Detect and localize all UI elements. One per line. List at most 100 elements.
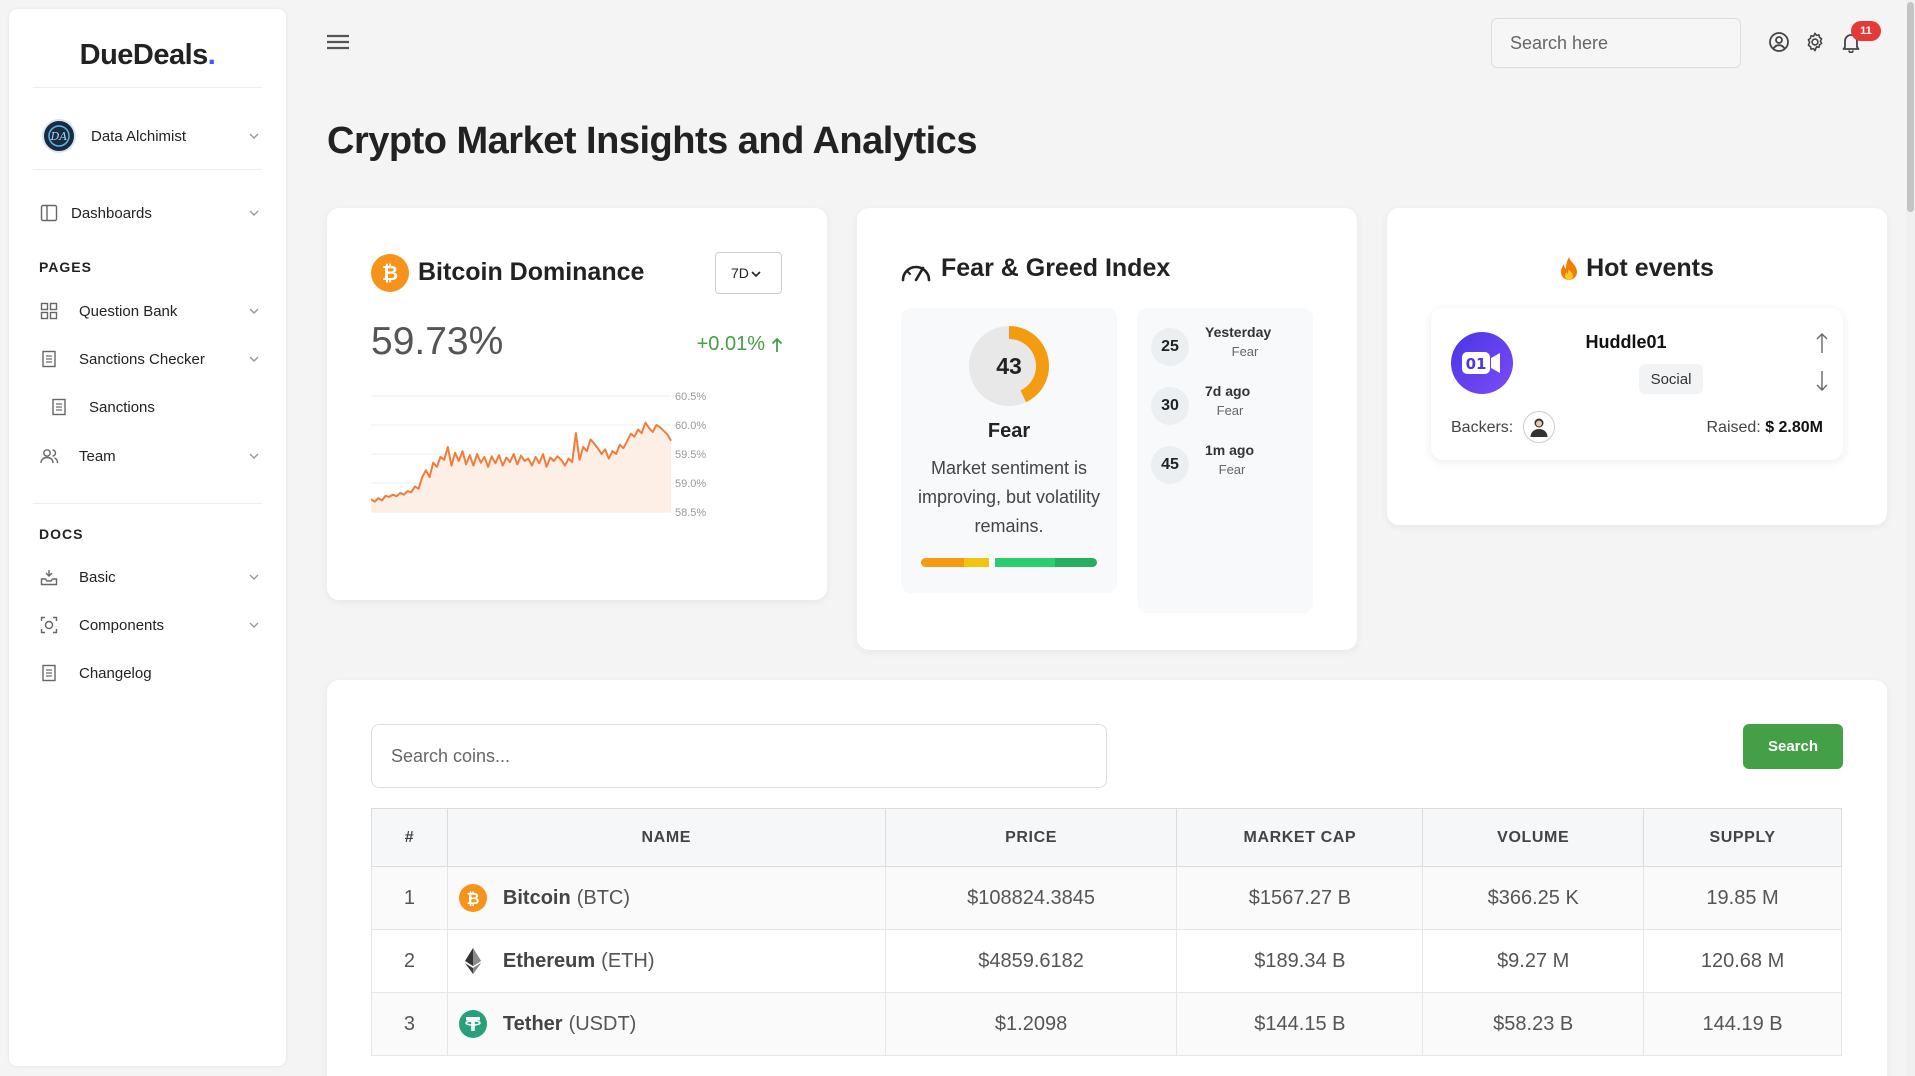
backer-avatar[interactable] — [1523, 411, 1555, 443]
search-input[interactable] — [1491, 18, 1741, 68]
y-tick-label: 58.5% — [675, 507, 706, 519]
svg-text:01: 01 — [1466, 355, 1487, 373]
coin-symbol: (ETH) — [601, 949, 655, 972]
table-row[interactable]: 2 Ethereum (ETH) $4859.6182 $189.34 B $9… — [371, 929, 1842, 993]
gear-icon[interactable] — [1804, 31, 1826, 53]
sidebar-item-sanctions-checker[interactable]: Sanctions Checker — [39, 344, 269, 374]
sidebar-item-label: Team — [79, 447, 116, 465]
users-icon — [40, 449, 59, 464]
history-label: Fear — [1231, 344, 1259, 359]
sidebar-item-label: Changelog — [79, 664, 152, 682]
y-tick-label: 60.0% — [675, 420, 706, 432]
range-select[interactable]: 7D — [715, 252, 782, 294]
cell-volume: $9.27 M — [1422, 929, 1645, 993]
card-title: Hot events — [1586, 254, 1714, 282]
divider — [33, 503, 262, 504]
cell-supply: 144.19 B — [1643, 992, 1842, 1056]
menu-icon[interactable] — [325, 32, 351, 52]
page-title: Crypto Market Insights and Analytics — [327, 120, 977, 162]
divider — [33, 169, 262, 170]
coin-name: Tether — [502, 1012, 563, 1035]
raised-info: Raised: $ 2.80M — [1706, 419, 1823, 437]
column-header-rank[interactable]: # — [371, 808, 448, 867]
document-icon — [42, 664, 56, 682]
coin-name: Bitcoin — [502, 886, 571, 909]
cell-rank: 1 — [371, 866, 448, 930]
cell-supply: 19.85 M — [1643, 866, 1842, 930]
tray-icon — [40, 570, 58, 586]
change-value: +0.01% — [696, 333, 765, 355]
chevron-down-icon — [249, 622, 259, 628]
sidebar-item-label: Components — [79, 616, 165, 634]
sidebar-item-dashboards[interactable]: Dashboards — [39, 198, 269, 228]
sidebar-item-basic[interactable]: Basic — [39, 562, 269, 592]
divider — [33, 87, 262, 88]
sidebar-item-label: Sanctions — [89, 398, 155, 416]
scrollbar-thumb[interactable] — [1907, 2, 1914, 212]
fear-greed-description: Market sentiment is improving, but volat… — [917, 458, 1101, 536]
fear-greed-card: Fear & Greed Index 43 Fear Market sentim… — [857, 208, 1357, 650]
gauge-icon — [901, 265, 931, 282]
layout-icon — [40, 204, 58, 222]
event-name: Huddle01 — [1585, 332, 1667, 352]
video-icon: 01 — [1462, 352, 1500, 374]
section-title-pages: PAGES — [39, 259, 92, 275]
hot-events-card: Hot events 01 Huddle01 Social Backers: R… — [1387, 208, 1887, 525]
dominance-change: +0.01% — [697, 333, 783, 356]
sidebar-item-changelog[interactable]: Changelog — [39, 658, 269, 688]
chevron-down-icon — [249, 574, 259, 580]
sidebar-item-sanctions[interactable]: Sanctions — [49, 392, 269, 422]
history-label: Fear — [1216, 403, 1244, 418]
sidebar-item-question-bank[interactable]: Question Bank — [39, 296, 269, 326]
table-row[interactable]: 3 Tether (USDT) $1.2098 $144.15 B $58.23… — [371, 992, 1842, 1056]
sidebar-item-label: Basic — [79, 568, 116, 586]
arrow-up-icon — [771, 337, 783, 352]
history-period: 7d ago — [1205, 383, 1251, 399]
y-tick-label: 59.0% — [675, 478, 706, 490]
range-select-value: 7D — [731, 265, 749, 281]
huddle01-logo: 01 — [1451, 332, 1513, 394]
arrow-up-icon[interactable] — [1815, 332, 1829, 354]
raised-value: $ 2.80M — [1765, 419, 1823, 436]
cell-name: Tether (USDT) — [446, 992, 886, 1056]
sidebar-item-components[interactable]: Components — [39, 610, 269, 640]
scale-segment-neutral — [963, 558, 989, 567]
column-header-supply[interactable]: SUPPLY — [1643, 808, 1842, 867]
grid-icon — [40, 302, 58, 320]
card-title: Fear & Greed Index — [941, 254, 1171, 282]
column-header-market-cap[interactable]: MARKET CAP — [1176, 808, 1424, 867]
fear-greed-history: 25 Yesterday Fear 30 7d ago Fear 45 1m a… — [1137, 308, 1313, 613]
user-circle-icon[interactable] — [1768, 31, 1790, 53]
fear-greed-current: 43 Fear Market sentiment is improving, b… — [901, 308, 1117, 593]
cell-name: Ethereum (ETH) — [446, 929, 886, 993]
coins-table: # NAME PRICE MARKET CAP VOLUME SUPPLY 1 … — [371, 808, 1842, 1056]
fear-greed-label: Fear — [987, 420, 1031, 442]
sidebar-item-label: Dashboards — [71, 204, 152, 222]
cell-price: $108824.3845 — [884, 866, 1178, 930]
history-period: 1m ago — [1205, 442, 1255, 458]
column-header-name[interactable]: NAME — [446, 808, 886, 867]
user-menu[interactable]: DA Data Alchimist — [33, 111, 269, 161]
event-card[interactable]: 01 Huddle01 Social Backers: Raised: $ 2.… — [1431, 308, 1843, 460]
history-value: 30 — [1151, 387, 1189, 425]
table-header-row: # NAME PRICE MARKET CAP VOLUME SUPPLY — [371, 808, 1842, 867]
column-header-price[interactable]: PRICE — [884, 808, 1178, 867]
bitcoin-dominance-card: ₿ Bitcoin Dominance 7D 59.73% +0.01% 60.… — [327, 208, 827, 600]
chevron-down-icon — [249, 308, 259, 314]
table-row[interactable]: 1 ₿ Bitcoin (BTC) $108824.3845 $1567.27 … — [371, 866, 1842, 930]
fear-greed-gauge: 43 — [969, 326, 1049, 406]
dominance-area — [371, 422, 671, 512]
brand-logo[interactable]: DueDeals. — [9, 39, 286, 72]
column-header-volume[interactable]: VOLUME — [1422, 808, 1645, 867]
coin-search-input[interactable] — [371, 724, 1107, 788]
svg-text:DA: DA — [50, 130, 68, 143]
sidebar-item-team[interactable]: Team — [39, 441, 269, 471]
search-button[interactable]: Search — [1743, 724, 1843, 769]
sidebar: DueDeals. DA Data Alchimist Dashboards P… — [9, 9, 286, 1066]
history-item: 30 7d ago Fear — [1137, 381, 1313, 431]
chevron-down-icon — [751, 271, 761, 278]
arrow-down-icon[interactable] — [1815, 370, 1829, 392]
coin-name: Ethereum — [502, 949, 596, 972]
fear-greed-value: 43 — [996, 352, 1022, 379]
ethereum-icon — [464, 948, 481, 974]
